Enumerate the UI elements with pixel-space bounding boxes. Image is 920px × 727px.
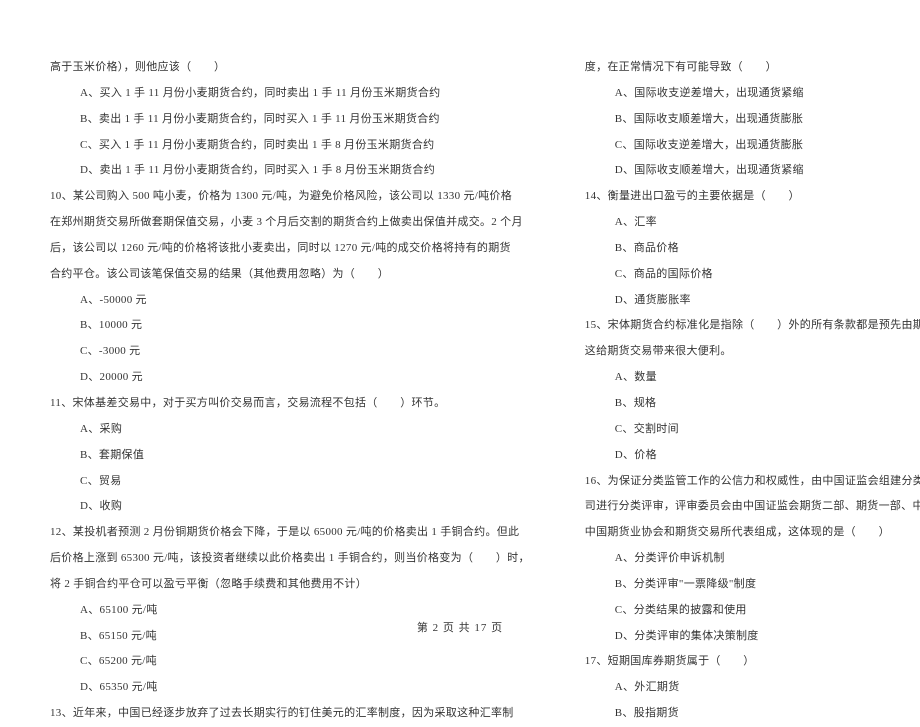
text-line: B、套期保值 (50, 443, 530, 469)
right-column: 度，在正常情况下有可能导致（ ）A、国际收支逆差增大，出现通货紧缩B、国际收支顺… (585, 55, 920, 605)
page-footer: 第 2 页 共 17 页 (0, 619, 920, 635)
text-line: 14、衡量进出口盈亏的主要依据是（ ） (585, 184, 920, 210)
text-line: D、20000 元 (50, 365, 530, 391)
text-line: B、卖出 1 手 11 月份小麦期货合约，同时买入 1 手 11 月份玉米期货合… (50, 107, 530, 133)
left-column: 高于玉米价格），则他应该（ ）A、买入 1 手 11 月份小麦期货合约，同时卖出… (50, 55, 530, 605)
text-line: C、贸易 (50, 469, 530, 495)
text-line: C、商品的国际价格 (585, 262, 920, 288)
text-line: A、分类评价申诉机制 (585, 546, 920, 572)
text-line: 中国期货业协会和期货交易所代表组成，这体现的是（ ） (585, 520, 920, 546)
text-line: D、65350 元/吨 (50, 675, 530, 701)
text-line: A、-50000 元 (50, 288, 530, 314)
text-line: A、数量 (585, 365, 920, 391)
text-line: 16、为保证分类监管工作的公信力和权威性，由中国证监会组建分类监管评审委员会对期… (585, 469, 920, 495)
text-line: B、分类评审"一票降级"制度 (585, 572, 920, 598)
text-line: D、通货膨胀率 (585, 288, 920, 314)
text-line: 17、短期国库券期货属于（ ） (585, 649, 920, 675)
text-line: B、10000 元 (50, 313, 530, 339)
text-line: C、-3000 元 (50, 339, 530, 365)
text-line: D、收购 (50, 494, 530, 520)
text-line: B、股指期货 (585, 701, 920, 727)
text-line: 司进行分类评审，评审委员会由中国证监会期货二部、期货一部、中国期货保证金监控中心… (585, 494, 920, 520)
text-line: D、国际收支顺差增大，出现通货紧缩 (585, 158, 920, 184)
text-line: 将 2 手铜合约平仓可以盈亏平衡（忽略手续费和其他费用不计） (50, 572, 530, 598)
text-line: A、外汇期货 (585, 675, 920, 701)
text-line: C、买入 1 手 11 月份小麦期货合约，同时卖出 1 手 8 月份玉米期货合约 (50, 133, 530, 159)
text-line: B、商品价格 (585, 236, 920, 262)
text-line: A、汇率 (585, 210, 920, 236)
text-line: 12、某投机者预测 2 月份铜期货价格会下降，于是以 65000 元/吨的价格卖… (50, 520, 530, 546)
text-line: 后，该公司以 1260 元/吨的价格将该批小麦卖出，同时以 1270 元/吨的成… (50, 236, 530, 262)
content-columns: 高于玉米价格），则他应该（ ）A、买入 1 手 11 月份小麦期货合约，同时卖出… (50, 55, 870, 605)
text-line: 合约平仓。该公司该笔保值交易的结果（其他费用忽略）为（ ） (50, 262, 530, 288)
text-line: 11、宋体基差交易中，对于买方叫价交易而言，交易流程不包括（ ）环节。 (50, 391, 530, 417)
text-line: A、买入 1 手 11 月份小麦期货合约，同时卖出 1 手 11 月份玉米期货合… (50, 81, 530, 107)
text-line: 后价格上涨到 65300 元/吨，该投资者继续以此价格卖出 1 手铜合约，则当价… (50, 546, 530, 572)
text-line: C、国际收支逆差增大，出现通货膨胀 (585, 133, 920, 159)
text-line: 这给期货交易带来很大便利。 (585, 339, 920, 365)
text-line: 高于玉米价格），则他应该（ ） (50, 55, 530, 81)
text-line: D、卖出 1 手 11 月份小麦期货合约，同时买入 1 手 8 月份玉米期货合约 (50, 158, 530, 184)
text-line: D、价格 (585, 443, 920, 469)
text-line: 度，在正常情况下有可能导致（ ） (585, 55, 920, 81)
text-line: 13、近年来，中国已经逐步放弃了过去长期实行的钉住美元的汇率制度，因为采取这种汇… (50, 701, 530, 727)
text-line: A、采购 (50, 417, 530, 443)
text-line: 15、宋体期货合约标准化是指除（ ）外的所有条款都是预先由期货交易所统一规定好的… (585, 313, 920, 339)
text-line: B、规格 (585, 391, 920, 417)
text-line: B、国际收支顺差增大，出现通货膨胀 (585, 107, 920, 133)
text-line: 在郑州期货交易所做套期保值交易，小麦 3 个月后交割的期货合约上做卖出保值并成交… (50, 210, 530, 236)
text-line: 10、某公司购入 500 吨小麦，价格为 1300 元/吨，为避免价格风险，该公… (50, 184, 530, 210)
text-line: A、国际收支逆差增大，出现通货紧缩 (585, 81, 920, 107)
text-line: C、交割时间 (585, 417, 920, 443)
text-line: C、65200 元/吨 (50, 649, 530, 675)
